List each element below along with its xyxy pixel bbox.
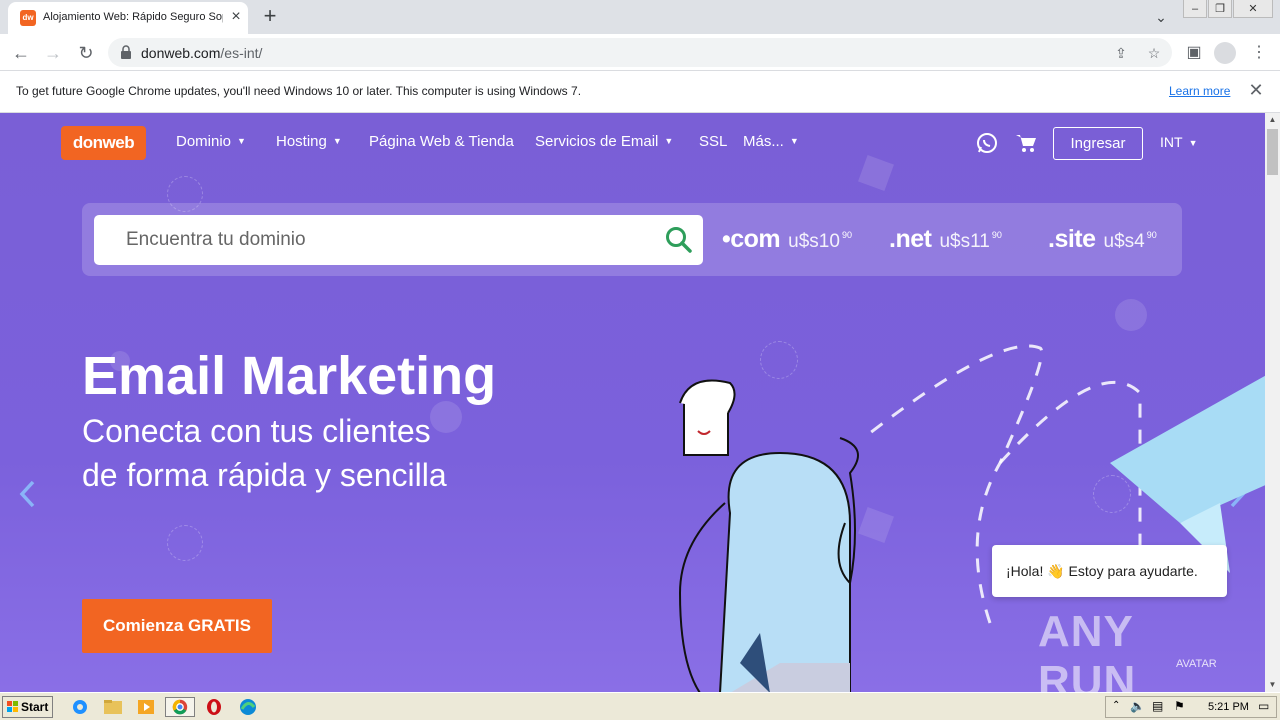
chevron-down-icon: ▼ <box>664 136 674 146</box>
tld-price-site[interactable]: .site u$s4 90 <box>1048 225 1157 254</box>
reload-icon[interactable]: ↻ <box>73 40 99 66</box>
share-icon[interactable]: ⇪ <box>1111 43 1131 63</box>
network-icon[interactable]: ▤ <box>1152 699 1163 713</box>
hero-subtitle-line1: Conecta con tus clientes <box>82 413 431 449</box>
address-bar[interactable]: donweb.com/es-int/ ⇪ ☆ <box>108 38 1172 67</box>
media-player-icon[interactable] <box>134 697 158 717</box>
chrome-icon[interactable] <box>165 697 195 717</box>
nav-hosting[interactable]: Hosting ▼ <box>276 133 342 150</box>
browser-tab-bar: dw Alojamiento Web: Rápido Seguro Sop × … <box>0 0 1280 34</box>
carousel-prev-icon[interactable] <box>16 479 40 509</box>
menu-icon[interactable]: ⋮ <box>1246 40 1272 66</box>
close-tab-icon[interactable]: × <box>227 8 245 26</box>
restore-button[interactable]: ❐ <box>1208 0 1232 18</box>
lock-icon <box>121 45 131 59</box>
donweb-logo[interactable]: donweb <box>61 126 146 160</box>
update-infobar: To get future Google Chrome updates, you… <box>0 71 1280 113</box>
decoration-square <box>858 155 894 191</box>
windows-flag-icon <box>7 701 18 712</box>
explorer-icon[interactable] <box>101 697 125 717</box>
nav-pagina-web-tienda[interactable]: Página Web & Tienda <box>369 133 514 150</box>
tab-search-icon[interactable]: ⌄ <box>1150 6 1172 28</box>
domain-search-input[interactable]: Encuentra tu dominio <box>126 229 306 251</box>
new-tab-button[interactable]: + <box>258 4 282 28</box>
volume-icon[interactable]: 🔈 <box>1130 699 1145 713</box>
profile-avatar-icon[interactable] <box>1214 42 1236 64</box>
forward-icon[interactable]: → <box>40 40 66 66</box>
language-selector[interactable]: INT ▼ <box>1160 134 1197 150</box>
start-button[interactable]: Start <box>2 696 53 718</box>
chevron-down-icon: ▼ <box>237 136 246 146</box>
opera-icon[interactable] <box>202 697 226 717</box>
browser-tab[interactable]: dw Alojamiento Web: Rápido Seguro Sop × <box>8 2 248 34</box>
decoration-dot <box>1115 299 1147 331</box>
edge-icon[interactable] <box>236 697 260 717</box>
tld-price-com[interactable]: •com u$s10 90 <box>722 225 852 254</box>
domain-search-panel: Encuentra tu dominio •com u$s10 90 .net u$s… <box>82 203 1182 276</box>
close-window-button[interactable]: ✕ <box>1233 0 1273 18</box>
nav-servicios-email[interactable]: Servicios de Email ▼ <box>535 133 673 150</box>
page-scrollbar[interactable]: ▲ ▼ <box>1265 113 1280 692</box>
system-tray: ⌃ 🔈 ▤ ⚑ ▭ <box>1105 696 1277 718</box>
hero-title: Email Marketing <box>82 346 497 406</box>
tray-expand-icon[interactable]: ⌃ <box>1112 700 1120 711</box>
scroll-thumb[interactable] <box>1267 129 1278 175</box>
taskbar-clock: 5:21 PM <box>1208 701 1249 713</box>
search-icon[interactable] <box>664 225 694 255</box>
web-page: donweb Dominio ▼ Hosting ▼ Página Web & Ti… <box>0 113 1265 692</box>
scroll-down-icon[interactable]: ▼ <box>1265 678 1280 692</box>
back-icon[interactable]: ← <box>8 40 34 66</box>
tab-title: Alojamiento Web: Rápido Seguro Sop <box>43 11 223 23</box>
tld-price-net[interactable]: .net u$s11 90 <box>889 225 1002 254</box>
nav-ssl[interactable]: SSL <box>699 133 727 150</box>
chat-greeting-bubble[interactable]: ¡Hola! 👋 Estoy para ayudarte. <box>992 545 1227 597</box>
close-infobar-icon[interactable]: ✕ <box>1246 80 1266 100</box>
minimize-button[interactable]: – <box>1183 0 1207 18</box>
comienza-gratis-button[interactable]: Comienza GRATIS <box>82 599 272 653</box>
show-desktop-icon[interactable]: ▭ <box>1258 699 1269 713</box>
windows-taskbar: Start ⌃ 🔈 ▤ ⚑ ▭ 5:21 PM <box>0 692 1280 720</box>
action-center-flag-icon[interactable]: ⚑ <box>1174 699 1185 713</box>
infobar-message: To get future Google Chrome updates, you… <box>16 84 582 98</box>
anyrun-watermark-sub: AVATAR <box>1176 658 1217 670</box>
chevron-down-icon: ▼ <box>332 136 342 146</box>
side-panel-icon[interactable]: ▣ <box>1181 40 1207 66</box>
ingresar-button[interactable]: Ingresar <box>1053 127 1143 160</box>
chevron-down-icon: ▼ <box>1188 138 1198 148</box>
chevron-down-icon: ▼ <box>789 136 799 146</box>
favicon-icon: dw <box>20 10 36 26</box>
ie-icon[interactable] <box>68 697 92 717</box>
url-text: donweb.com/es-int/ <box>141 45 263 61</box>
scroll-up-icon[interactable]: ▲ <box>1265 113 1280 127</box>
browser-toolbar: ← → ↻ donweb.com/es-int/ ⇪ ☆ ▣ ⋮ <box>0 34 1280 71</box>
whatsapp-icon[interactable] <box>976 132 998 154</box>
bookmark-star-icon[interactable]: ☆ <box>1144 43 1164 63</box>
cart-icon[interactable] <box>1015 132 1037 154</box>
decoration-circle <box>167 525 203 561</box>
learn-more-link[interactable]: Learn more <box>1169 84 1230 98</box>
nav-mas[interactable]: Más... ▼ <box>743 133 799 150</box>
nav-dominio[interactable]: Dominio ▼ <box>176 133 246 150</box>
hero-subtitle-line2: de forma rápida y sencilla <box>82 457 447 493</box>
domain-search-box[interactable]: Encuentra tu dominio <box>94 215 703 265</box>
